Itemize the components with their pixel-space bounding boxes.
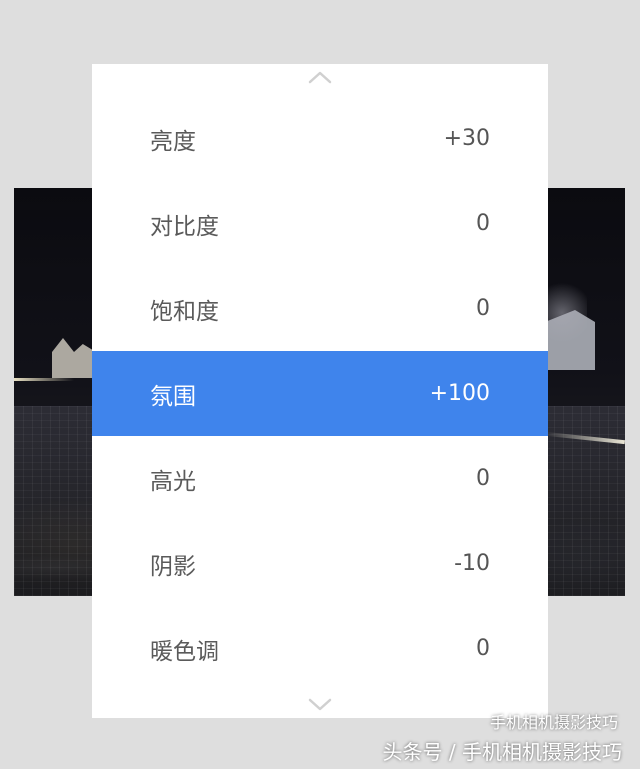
watermark-badge: 手机相机摄影技巧 [489, 713, 618, 732]
adjustment-row-contrast[interactable]: 对比度 0 [92, 181, 548, 266]
adjustment-row-saturation[interactable]: 饱和度 0 [92, 266, 548, 351]
adjustment-row-shadows[interactable]: 阴影 -10 [92, 521, 548, 606]
adjustment-value: +30 [443, 126, 490, 151]
watermark-text: 头条号 / 手机相机摄影技巧 [383, 736, 622, 765]
adjustment-panel: 亮度 +30 对比度 0 饱和度 0 氛围 +100 高光 0 阴影 -10 暖… [92, 64, 548, 718]
adjustment-row-brightness[interactable]: 亮度 +30 [92, 96, 548, 181]
adjustment-label: 氛围 [150, 383, 196, 410]
adjustment-label: 暖色调 [150, 638, 219, 665]
chevron-up-icon[interactable] [308, 70, 332, 84]
watermark-label: 头条号 / 手机相机摄影技巧 [382, 740, 622, 764]
chevron-down-icon[interactable] [308, 698, 332, 712]
adjustment-label: 高光 [150, 468, 196, 495]
adjustment-value: -10 [454, 551, 490, 576]
adjustment-value: 0 [476, 296, 490, 321]
adjustment-label: 亮度 [150, 128, 196, 155]
adjustment-value: 0 [476, 636, 490, 661]
photo-light-streak-left [14, 378, 74, 381]
adjustment-value: 0 [476, 466, 490, 491]
adjustment-row-ambiance[interactable]: 氛围 +100 [92, 351, 548, 436]
adjustment-label: 饱和度 [150, 298, 219, 325]
adjustment-row-highlights[interactable]: 高光 0 [92, 436, 548, 521]
adjustment-value: 0 [476, 211, 490, 236]
photo-building-left [52, 338, 96, 378]
adjustment-row-warmth[interactable]: 暖色调 0 [92, 606, 548, 691]
adjustment-value: +100 [429, 381, 490, 406]
adjustment-label: 对比度 [150, 213, 219, 240]
adjustment-label: 阴影 [150, 553, 196, 580]
